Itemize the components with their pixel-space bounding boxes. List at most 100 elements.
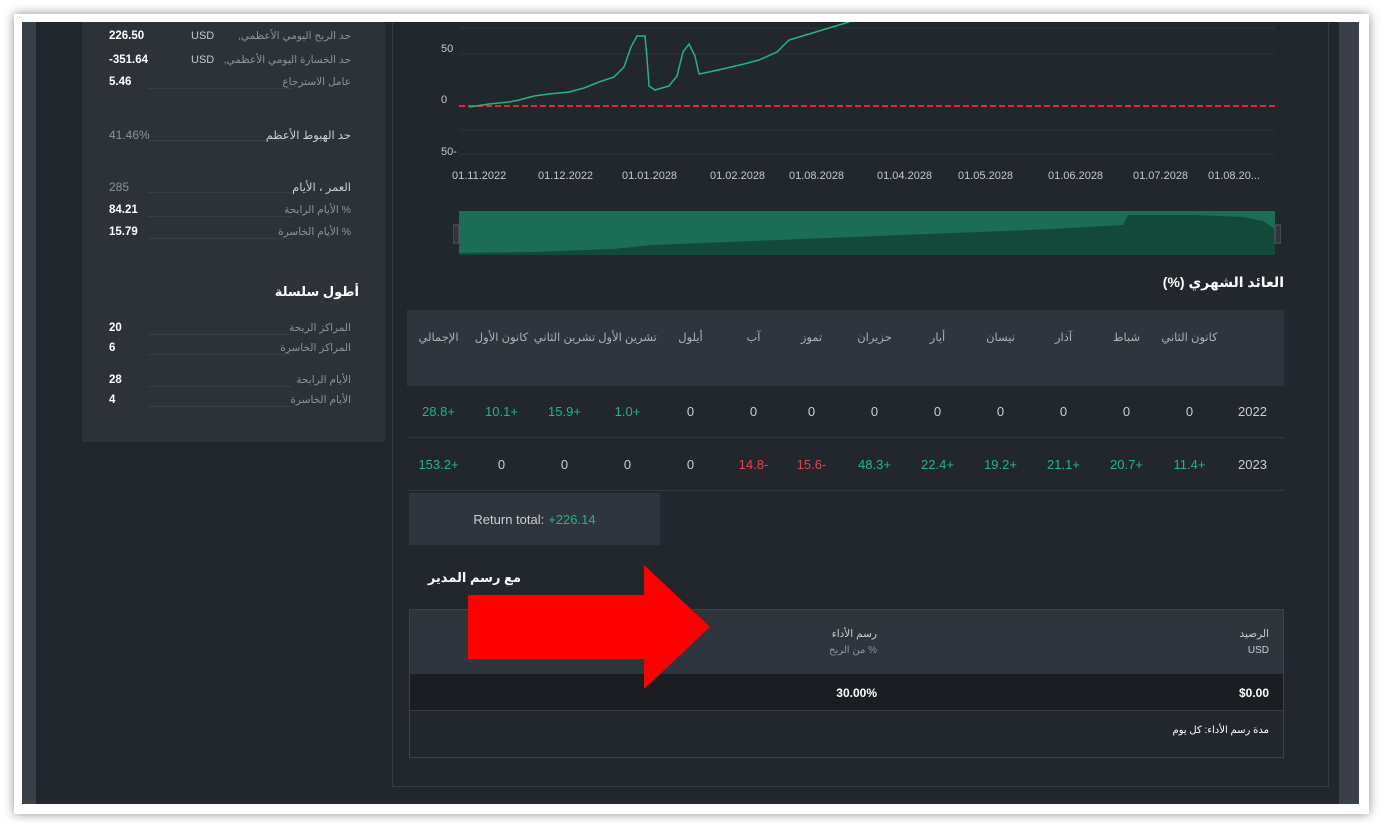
header-cell: آب [746,332,761,344]
value-cell: 0 [870,404,879,419]
header-cell: حزيران [857,332,892,344]
x-tick: 01.05.2028 [958,170,1014,182]
value-cell: 0 [807,404,816,419]
x-tick: 01.08.2028 [789,170,845,182]
stat-label: % الأيام الخاسرة [278,226,351,238]
value-cell: 14.8- [738,457,769,472]
table-row-2022: 2022 0 0 0 0 0 0 0 0 0 1.0+ 15.9+ 10.1+ … [407,386,1284,438]
value-cell: 0 [560,457,569,472]
stat-losing-days-pct: 15.79 % الأيام الخاسرة [109,226,351,240]
stat-value: 15.79 [109,226,138,238]
stat-label: حد الربح اليومي الأعظمي, [238,30,351,42]
return-total-label: Return total: [473,511,545,527]
y-tick-0: 0 [441,94,448,106]
x-axis-ticks: 01.11.2022 01.12.2022 01.01.2028 01.02.2… [452,170,1282,184]
value-cell: 0 [1059,404,1068,419]
stat-value: -351.64 [109,54,149,66]
x-tick: 01.04.2028 [877,170,933,182]
stat-label: العمر ، الأيام [292,182,351,194]
x-tick: 01.07.2028 [1133,170,1189,182]
navigator-left-handle[interactable] [453,224,460,244]
longest-streak-title: أطول سلسلة [274,284,359,299]
value-cell: 11.4+ [1173,457,1206,472]
fee-balance-currency: USD [1247,645,1269,656]
stat-value: 4 [109,394,116,406]
stat-max-daily-profit: 226.50 USD حد الربح اليومي الأعظمي, [109,30,351,44]
header-cell: أيلول [678,332,703,344]
stat-value: 20 [109,322,122,334]
chart-navigator[interactable] [453,209,1281,257]
header-cell-total: الإجمالي [418,332,459,344]
chart-gridlines [459,27,1275,155]
x-tick: 01.06.2028 [1048,170,1104,182]
dotted-leader [149,238,291,239]
arrow-shape [468,565,710,689]
value-cell: 0 [933,404,942,419]
value-cell: 48.3+ [858,457,891,472]
value-cell: 0 [996,404,1005,419]
stat-label: حد الهبوط الأعظم [265,130,351,142]
stat-label: المراكز الربحة [289,322,351,334]
navigator-right-handle[interactable] [1274,224,1281,244]
x-tick: 01.11.2022 [452,170,507,182]
value-cell: 21.1+ [1047,457,1080,472]
stat-age-days: 285 العمر ، الأيام [109,180,351,194]
table-row-2023: 2023 11.4+ 20.7+ 21.1+ 19.2+ 22.4+ 48.3+… [407,439,1284,491]
header-cell: كانون الثاني [1161,332,1218,344]
stat-recovery-factor: 5.46 عامل الاسترجاع [109,76,351,90]
stat-label: % الأيام الرابحة [284,204,351,216]
stat-value: 285 [109,180,130,194]
monthly-return-title: العائد الشهري (%) [1162,274,1284,290]
fee-performance-header: رسم الأداء % من الربح [829,628,877,656]
fee-balance-header: الرصيد USD [1239,628,1269,656]
stat-value: 84.21 [109,204,138,216]
stat-value: 5.46 [109,76,132,88]
red-arrow-annotation [468,565,710,689]
y-tick-minus-50: 50- [441,146,457,158]
dotted-leader [149,386,291,387]
stat-label: الأيام الرابحة [296,374,351,386]
return-total-value: +226.14 [548,511,596,527]
x-tick: 01.12.2022 [538,170,594,182]
dotted-leader [149,354,291,355]
stat-label: الأيام الخاسرة [290,394,351,406]
value-cell: 0 [497,457,506,472]
stat-winning-days-pct: 84.21 % الأيام الرابحة [109,204,351,218]
dotted-leader [149,88,291,89]
return-total-box: Return total: +226.14 [409,493,660,545]
equity-curve-line [468,22,850,108]
x-tick: 01.01.2028 [622,170,678,182]
value-cell: 15.6- [796,457,827,472]
balance-chart[interactable] [459,22,1275,162]
stat-label: المراكز الخاسرة [280,342,351,354]
year-cell: 2023 [1238,457,1267,472]
streak-losing-days: 4 الأيام الخاسرة [109,394,351,408]
value-cell: 20.7+ [1110,457,1143,472]
value-cell: 10.1+ [485,404,518,419]
streak-winning-days: 28 الأيام الرابحة [109,374,351,388]
value-cell: 0 [1185,404,1194,419]
header-cell: تشرين الأول [598,332,657,344]
value-cell: 0 [749,404,758,419]
dotted-leader [149,334,291,335]
header-cell: كانون الأول [474,332,529,344]
value-cell: 22.4+ [921,457,954,472]
header-cell: آذار [1054,332,1073,344]
value-cell: 0 [623,457,632,472]
value-cell: 0 [686,404,695,419]
fee-period-note: مدة رسم الأداء: كل يوم [1172,725,1270,736]
stat-label: عامل الاسترجاع [282,76,351,88]
stat-currency: USD [191,30,215,42]
stat-label: حد الخسارة اليومي الأعظمي, [223,54,351,66]
value-cell: 1.0+ [614,404,641,419]
stat-max-daily-loss: -351.64 USD حد الخسارة اليومي الأعظمي, [109,54,351,68]
value-cell: 0 [686,457,695,472]
value-cell: 0 [1122,404,1131,419]
total-cell: 153.2+ [418,457,459,472]
dotted-leader [149,192,291,193]
year-cell: 2022 [1238,404,1267,419]
stat-value: 41.46% [109,128,150,142]
header-cell: أيار [929,332,946,344]
dotted-leader [149,216,291,217]
stat-value: 6 [109,342,116,354]
